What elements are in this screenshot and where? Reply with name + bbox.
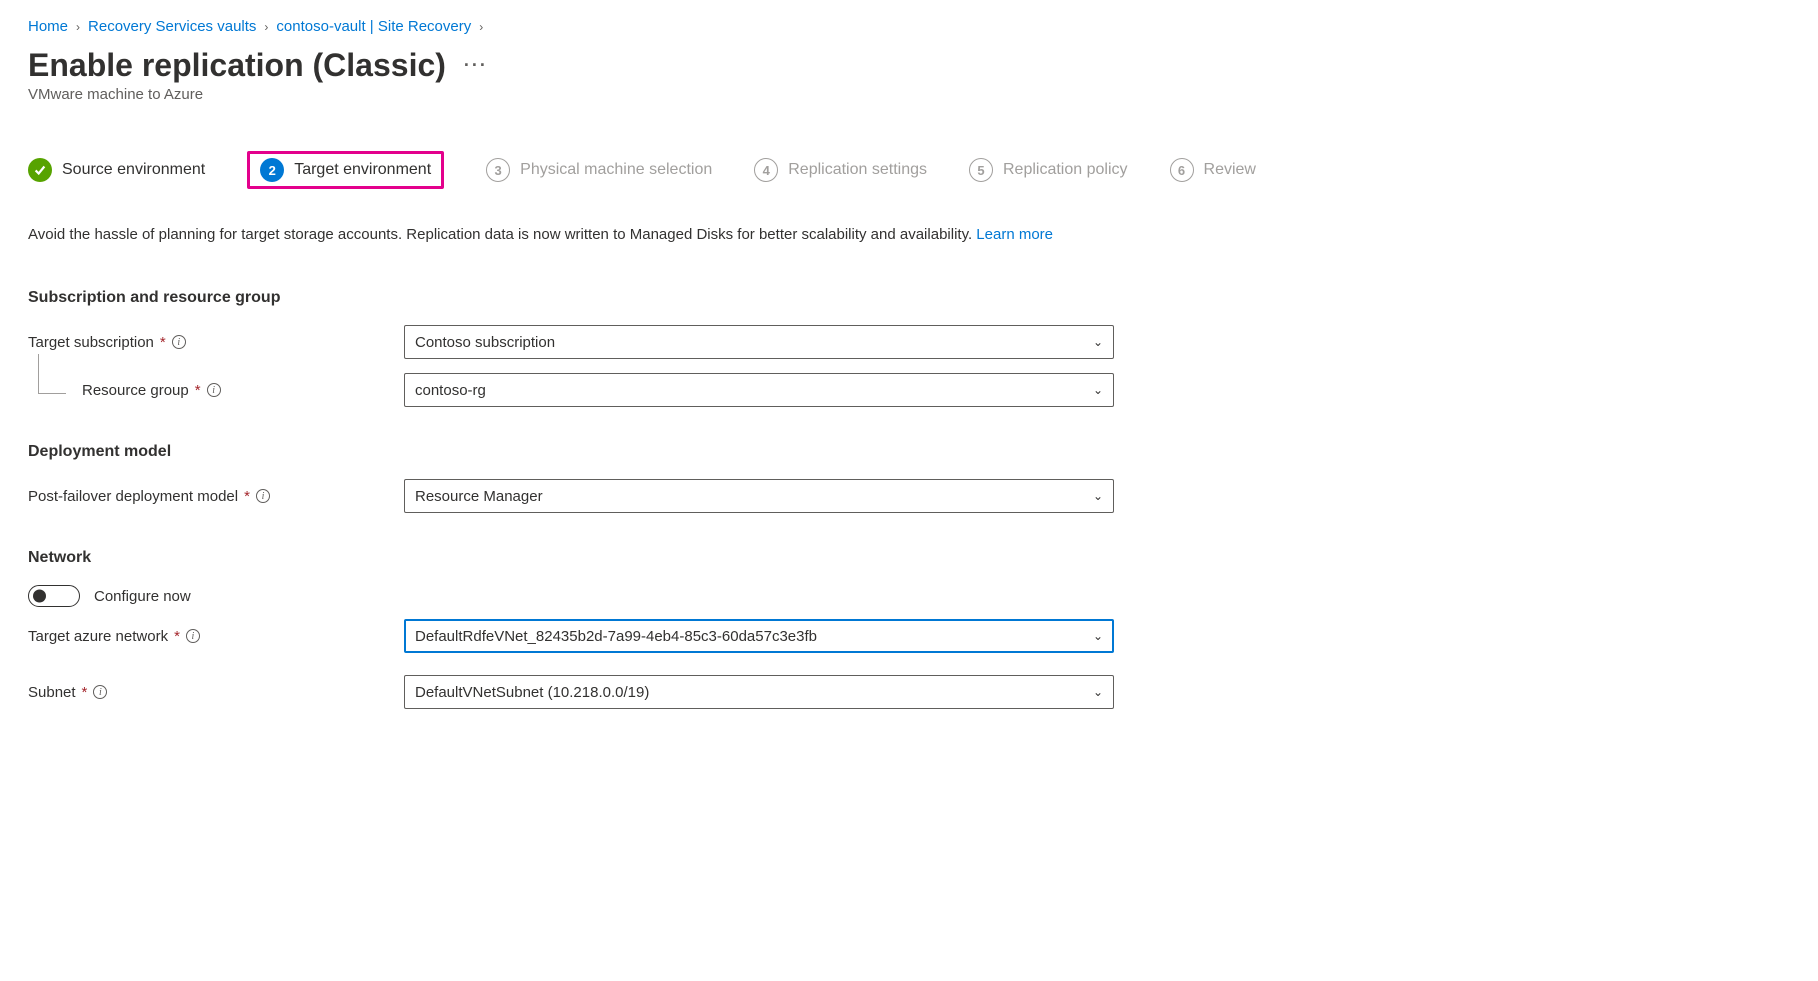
toggle-label: Configure now <box>94 588 191 605</box>
info-icon[interactable]: i <box>256 489 270 503</box>
page-title: Enable replication (Classic) ··· <box>28 47 1790 84</box>
breadcrumb-rsv[interactable]: Recovery Services vaults <box>88 18 256 35</box>
chevron-right-icon: › <box>479 20 483 34</box>
required-asterisk: * <box>174 628 180 645</box>
step-label: Review <box>1204 161 1256 179</box>
section-title-network: Network <box>28 549 1790 567</box>
info-icon[interactable]: i <box>172 335 186 349</box>
step-label: Replication policy <box>1003 161 1128 179</box>
chevron-down-icon: ⌄ <box>1093 489 1103 503</box>
chevron-down-icon: ⌄ <box>1093 383 1103 397</box>
step-number-icon: 2 <box>260 158 284 182</box>
step-number-icon: 4 <box>754 158 778 182</box>
select-value: contoso-rg <box>415 382 486 399</box>
info-icon[interactable]: i <box>93 685 107 699</box>
label-target-subscription: Target subscription * i <box>28 334 388 351</box>
step-physical-machine-selection[interactable]: 3 Physical machine selection <box>486 158 712 182</box>
label-target-azure-network: Target azure network * i <box>28 628 388 645</box>
more-actions-icon[interactable]: ··· <box>464 55 488 76</box>
select-deployment-model[interactable]: Resource Manager ⌄ <box>404 479 1114 513</box>
select-value: DefaultVNetSubnet (10.218.0.0/19) <box>415 684 649 701</box>
step-source-environment[interactable]: Source environment <box>28 158 205 182</box>
section-title-subscription: Subscription and resource group <box>28 289 1790 307</box>
info-icon[interactable]: i <box>207 383 221 397</box>
toggle-configure-now[interactable] <box>28 585 80 607</box>
select-value: Resource Manager <box>415 488 543 505</box>
breadcrumb-home[interactable]: Home <box>28 18 68 35</box>
select-target-subscription[interactable]: Contoso subscription ⌄ <box>404 325 1114 359</box>
step-label: Physical machine selection <box>520 161 712 179</box>
chevron-down-icon: ⌄ <box>1093 335 1103 349</box>
required-asterisk: * <box>244 488 250 505</box>
page-subtitle: VMware machine to Azure <box>28 86 1790 103</box>
select-value: DefaultRdfeVNet_82435b2d-7a99-4eb4-85c3-… <box>415 628 817 645</box>
step-label: Replication settings <box>788 161 927 179</box>
chevron-right-icon: › <box>264 20 268 34</box>
required-asterisk: * <box>160 334 166 351</box>
step-number-icon: 5 <box>969 158 993 182</box>
step-label: Source environment <box>62 161 205 179</box>
info-icon[interactable]: i <box>186 629 200 643</box>
section-title-deployment: Deployment model <box>28 443 1790 461</box>
step-review[interactable]: 6 Review <box>1170 158 1256 182</box>
chevron-right-icon: › <box>76 20 80 34</box>
chevron-down-icon: ⌄ <box>1093 629 1103 643</box>
step-number-icon: 6 <box>1170 158 1194 182</box>
step-number-icon: 3 <box>486 158 510 182</box>
select-subnet[interactable]: DefaultVNetSubnet (10.218.0.0/19) ⌄ <box>404 675 1114 709</box>
learn-more-link[interactable]: Learn more <box>976 226 1053 243</box>
label-subnet: Subnet * i <box>28 684 388 701</box>
step-replication-settings[interactable]: 4 Replication settings <box>754 158 927 182</box>
step-label: Target environment <box>294 161 431 179</box>
select-value: Contoso subscription <box>415 334 555 351</box>
checkmark-icon <box>28 158 52 182</box>
select-target-azure-network[interactable]: DefaultRdfeVNet_82435b2d-7a99-4eb4-85c3-… <box>404 619 1114 653</box>
chevron-down-icon: ⌄ <box>1093 685 1103 699</box>
description-text: Avoid the hassle of planning for target … <box>28 223 1108 247</box>
breadcrumb: Home › Recovery Services vaults › contos… <box>28 18 1790 35</box>
step-target-environment[interactable]: 2 Target environment <box>247 151 444 189</box>
toggle-knob <box>33 590 46 603</box>
required-asterisk: * <box>195 382 201 399</box>
label-post-failover-deployment: Post-failover deployment model * i <box>28 488 388 505</box>
label-resource-group: Resource group * i <box>28 382 388 399</box>
wizard-steps: Source environment 2 Target environment … <box>28 151 1790 189</box>
tree-connector-icon <box>38 354 66 394</box>
step-replication-policy[interactable]: 5 Replication policy <box>969 158 1128 182</box>
select-resource-group[interactable]: contoso-rg ⌄ <box>404 373 1114 407</box>
breadcrumb-vault[interactable]: contoso-vault | Site Recovery <box>276 18 471 35</box>
required-asterisk: * <box>82 684 88 701</box>
